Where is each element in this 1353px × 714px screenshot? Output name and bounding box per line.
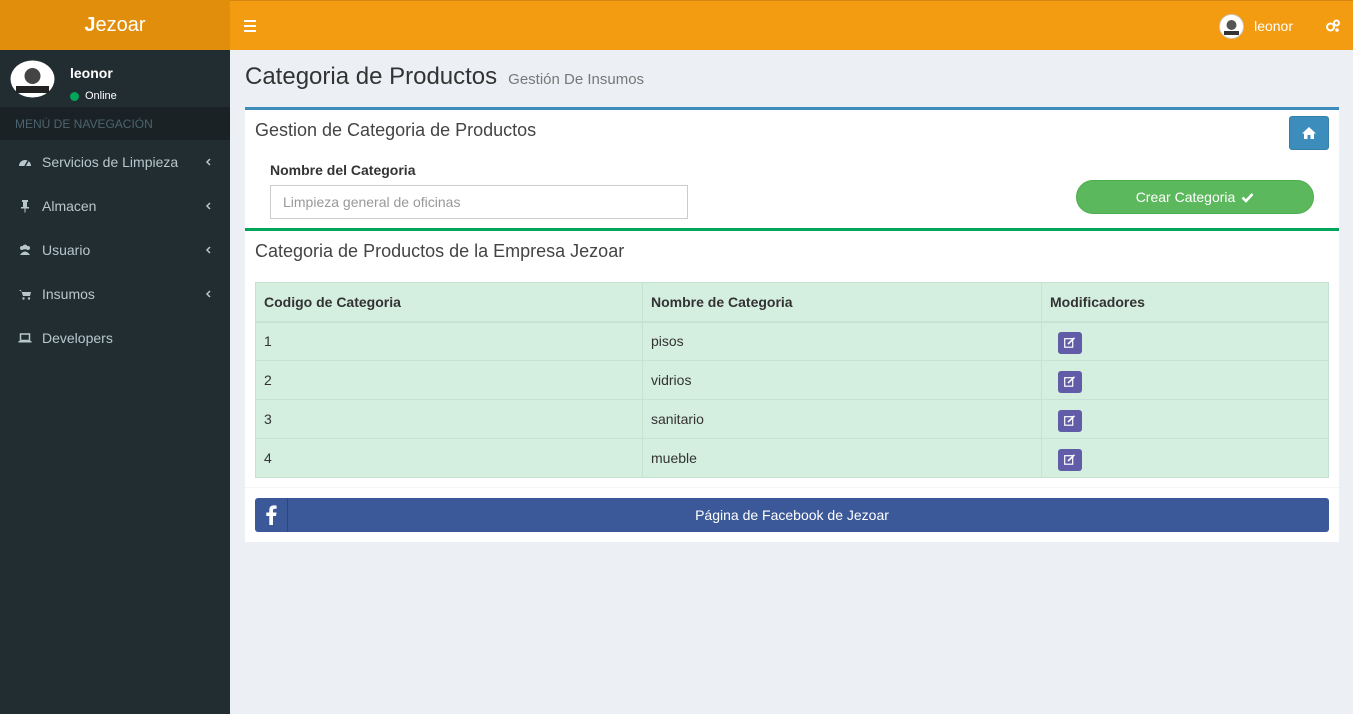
sidebar-item-usuario[interactable]: Usuario	[0, 228, 230, 272]
sidebar-item-label: Almacen	[42, 198, 97, 214]
status-text: Online	[85, 90, 117, 102]
facebook-page-button[interactable]: Página de Facebook de Jezoar	[255, 498, 1329, 532]
menu-toggle-icon[interactable]	[244, 17, 258, 33]
cell-name: vidrios	[642, 360, 1042, 400]
cell-actions	[1041, 360, 1329, 400]
page-title: Categoria de Productos	[245, 63, 498, 90]
create-category-label: Crear Categoria	[1135, 189, 1236, 205]
category-table-box: Categoria de Productos de la Empresa Jez…	[245, 228, 1339, 542]
header-modificadores: Modificadores	[1041, 282, 1329, 323]
page-subtitle: Gestión De Insumos	[508, 71, 645, 88]
navbar-user-menu[interactable]: leonor	[1219, 1, 1293, 51]
menu-header: MENÚ DE NAVEGACIÓN	[0, 107, 230, 140]
edit-icon	[1064, 414, 1076, 426]
table-row: 3 sanitario	[255, 399, 1329, 439]
app-logo[interactable]: Jezoar	[0, 0, 230, 50]
sidebar: leonor Online MENÚ DE NAVEGACIÓN Servici…	[0, 50, 230, 714]
sidebar-item-servicios[interactable]: Servicios de Limpieza	[0, 140, 230, 184]
table-row: 4 mueble	[255, 438, 1329, 478]
chevron-left-icon	[205, 202, 211, 210]
sidebar-item-developers[interactable]: Developers	[0, 316, 230, 360]
cell-code: 3	[255, 399, 643, 439]
edit-button[interactable]	[1058, 409, 1082, 432]
cell-name: mueble	[642, 438, 1042, 478]
laptop-icon	[18, 333, 32, 343]
box-footer-divider	[245, 487, 1339, 488]
dashboard-icon	[19, 160, 31, 167]
edit-icon	[1064, 453, 1076, 465]
header-nombre: Nombre de Categoria	[642, 282, 1042, 323]
status-dot-icon	[70, 91, 79, 101]
facebook-label: Página de Facebook de Jezoar	[695, 507, 889, 523]
table-row: 2 vidrios	[255, 360, 1329, 400]
cell-actions	[1041, 399, 1329, 439]
sidebar-item-label: Servicios de Limpieza	[42, 154, 179, 170]
cell-code: 4	[255, 438, 643, 478]
edit-button[interactable]	[1058, 370, 1082, 393]
cell-actions	[1041, 321, 1329, 361]
sidebar-user-name: leonor	[70, 65, 113, 81]
table-header-row: Codigo de Categoria Nombre de Categoria …	[255, 282, 1329, 323]
pin-icon	[21, 200, 29, 213]
home-icon	[1302, 127, 1316, 139]
sidebar-user-panel: leonor Online	[0, 50, 230, 107]
chevron-left-icon	[205, 290, 211, 298]
create-category-button[interactable]: Crear Categoria	[1076, 180, 1314, 214]
table-row: 1 pisos	[255, 321, 1329, 361]
form-box-title: Gestion de Categoria de Productos	[255, 120, 537, 140]
logo-bold-text: J	[84, 14, 96, 36]
cell-name: pisos	[642, 321, 1042, 361]
edit-icon	[1064, 375, 1076, 387]
chevron-left-icon	[205, 246, 211, 254]
users-icon	[20, 244, 30, 255]
navbar-user-name: leonor	[1254, 18, 1293, 34]
user-avatar	[1219, 13, 1245, 39]
top-navbar: leonor	[230, 0, 1353, 50]
logo-text: ezoar	[95, 14, 146, 36]
sidebar-item-almacen[interactable]: Almacen	[0, 184, 230, 228]
edit-icon	[1064, 336, 1076, 348]
cell-code: 1	[255, 321, 643, 361]
table-box-title: Categoria de Productos de la Empresa Jez…	[255, 241, 625, 261]
sidebar-item-label: Usuario	[42, 242, 91, 258]
cart-icon	[19, 290, 31, 300]
header-codigo: Codigo de Categoria	[255, 282, 643, 323]
sidebar-item-label: Insumos	[42, 286, 95, 302]
edit-button[interactable]	[1058, 448, 1082, 471]
edit-button[interactable]	[1058, 331, 1082, 354]
category-form-box: Gestion de Categoria de Productos Nombre…	[245, 107, 1339, 228]
chevron-left-icon	[205, 158, 211, 166]
content-header: Categoria de Productos Gestión De Insumo…	[245, 63, 644, 91]
cell-name: sanitario	[642, 399, 1042, 439]
category-name-input[interactable]	[270, 185, 688, 219]
cell-code: 2	[255, 360, 643, 400]
cell-actions	[1041, 438, 1329, 478]
sidebar-avatar	[10, 60, 55, 98]
facebook-icon	[255, 498, 288, 532]
online-status: Online	[70, 90, 117, 102]
category-table: Codigo de Categoria Nombre de Categoria …	[255, 282, 1329, 478]
home-button[interactable]	[1289, 116, 1329, 150]
category-name-label: Nombre del Categoria	[270, 162, 416, 178]
check-icon	[1241, 192, 1254, 203]
sidebar-item-label: Developers	[42, 330, 113, 346]
gears-icon[interactable]	[1325, 18, 1341, 34]
sidebar-item-insumos[interactable]: Insumos	[0, 272, 230, 316]
